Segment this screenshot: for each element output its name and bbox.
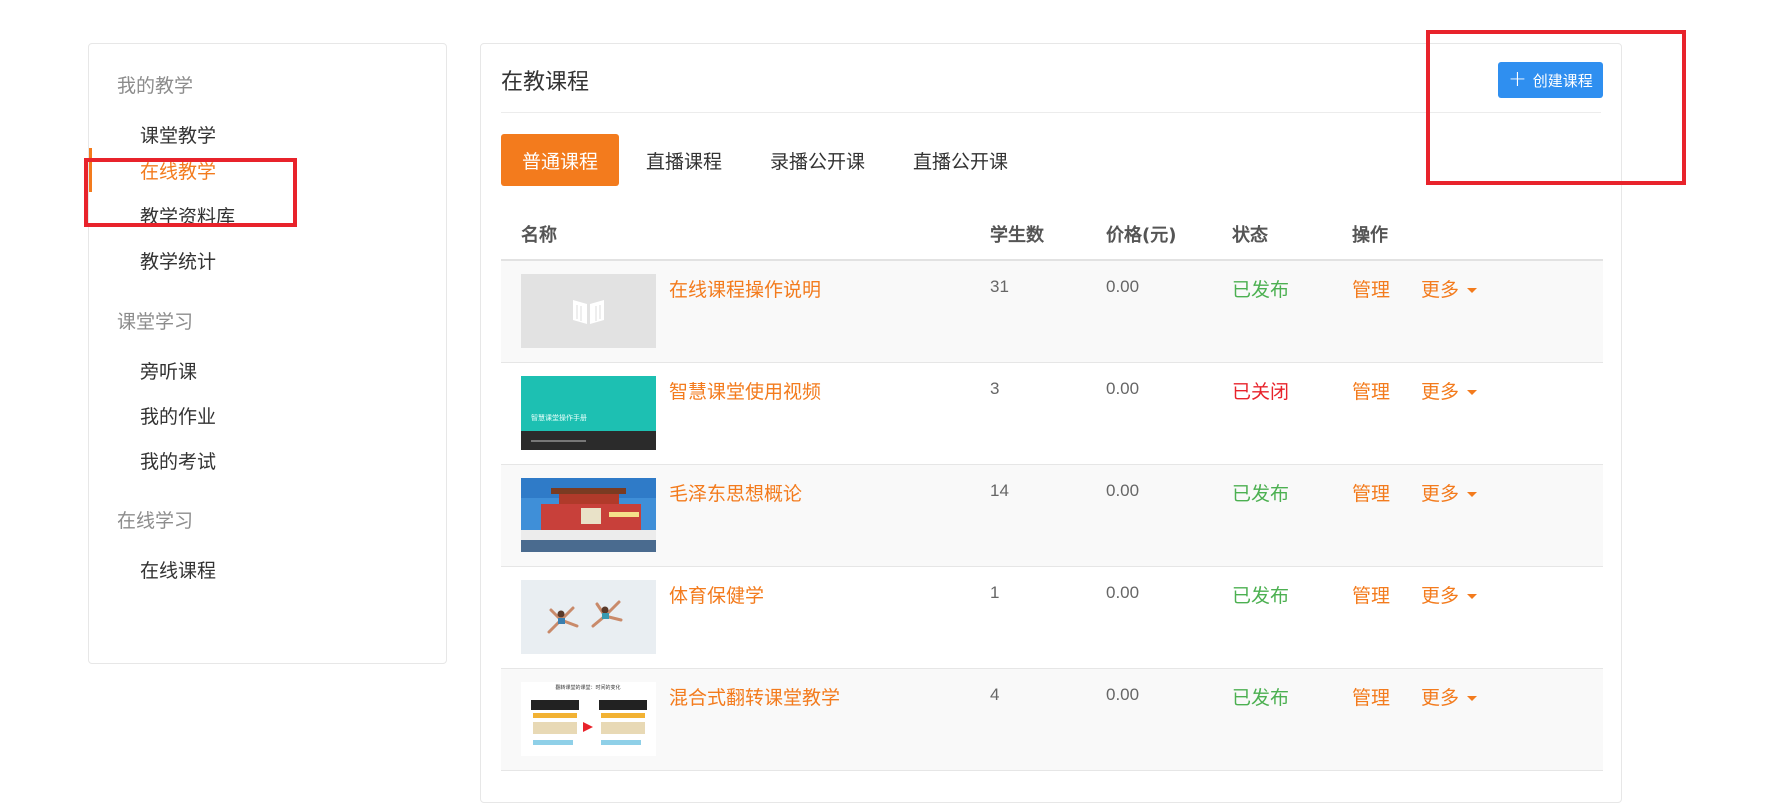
student-count: 31 — [990, 277, 1009, 296]
sidebar-group-title-online-study: 在线学习 — [117, 510, 194, 532]
more-dropdown[interactable]: 更多 — [1421, 275, 1478, 302]
table-row: 在线课程操作说明 31 0.00 已发布 管理 更多 — [501, 261, 1603, 363]
more-label: 更多 — [1421, 687, 1460, 709]
sidebar-item-teaching-stats[interactable]: 教学统计 — [140, 247, 216, 274]
manage-link[interactable]: 管理 — [1352, 479, 1390, 506]
sidebar-item-my-exams[interactable]: 我的考试 — [140, 447, 216, 474]
manage-link[interactable]: 管理 — [1352, 275, 1390, 302]
sidebar-item-classroom-teaching[interactable]: 课堂教学 — [140, 121, 216, 148]
course-thumbnail[interactable] — [521, 580, 656, 654]
column-header-students: 学生数 — [990, 225, 1044, 246]
course-title-link[interactable]: 在线课程操作说明 — [669, 275, 821, 302]
more-dropdown[interactable]: 更多 — [1421, 377, 1478, 404]
student-count: 14 — [990, 481, 1009, 500]
book-icon — [521, 274, 656, 348]
course-title-link[interactable]: 毛泽东思想概论 — [669, 479, 802, 506]
sidebar-item-audit-class[interactable]: 旁听课 — [140, 357, 197, 384]
caret-down-icon — [1467, 492, 1478, 497]
student-count: 1 — [990, 583, 1000, 602]
caret-down-icon — [1467, 390, 1478, 395]
course-type-tabs: 普通课程 直播课程 录播公开课 直播公开课 — [501, 134, 1035, 186]
status-badge: 已发布 — [1232, 279, 1290, 301]
student-count: 3 — [990, 379, 1000, 398]
plus-icon: + — [1508, 67, 1527, 92]
main-panel: 在教课程 + 创建课程 普通课程 直播课程 录播公开课 直播公开课 名称 学生数… — [480, 43, 1622, 803]
column-header-status: 状态 — [1232, 225, 1268, 246]
tab-recorded-open-courses[interactable]: 录播公开课 — [749, 134, 886, 186]
diagram-title: 翻转课堂的课堂：时间的变化 — [555, 684, 620, 691]
course-price: 0.00 — [1106, 583, 1140, 602]
more-dropdown[interactable]: 更多 — [1421, 479, 1478, 506]
sidebar-group-title-class-study: 课堂学习 — [117, 311, 194, 333]
column-header-actions: 操作 — [1352, 225, 1388, 246]
header-divider — [501, 112, 1601, 113]
course-title-link[interactable]: 体育保健学 — [669, 581, 764, 608]
tiananmen-image — [521, 478, 656, 552]
course-table: 名称 学生数 价格(元) 状态 操作 在线课程操作说明 31 0.00 已发布 … — [501, 207, 1603, 771]
table-row: 翻转课堂的课堂：时间的变化 混合式翻转课堂教学 4 0.00 已发布 管理 更多 — [501, 669, 1603, 771]
course-price: 0.00 — [1106, 379, 1140, 398]
table-row: 智慧课堂操作手册 智慧课堂使用视频 3 0.00 已关闭 管理 更多 — [501, 363, 1603, 465]
caret-down-icon — [1467, 288, 1478, 293]
status-badge: 已发布 — [1232, 483, 1290, 505]
create-course-button[interactable]: + 创建课程 — [1498, 62, 1603, 98]
course-price: 0.00 — [1106, 685, 1140, 704]
sidebar-item-teaching-library[interactable]: 教学资料库 — [140, 202, 235, 229]
table-row: 体育保健学 1 0.00 已发布 管理 更多 — [501, 567, 1603, 669]
sidebar-active-indicator — [89, 148, 92, 192]
status-badge: 已关闭 — [1232, 381, 1290, 403]
table-header: 名称 学生数 价格(元) 状态 操作 — [501, 207, 1603, 261]
status-badge: 已发布 — [1232, 585, 1290, 607]
more-label: 更多 — [1421, 483, 1460, 505]
more-label: 更多 — [1421, 279, 1460, 301]
column-header-price: 价格(元) — [1106, 225, 1177, 246]
course-thumbnail[interactable] — [521, 478, 656, 552]
tab-live-open-courses[interactable]: 直播公开课 — [892, 134, 1029, 186]
manual-cover-title: 智慧课堂操作手册 — [531, 413, 587, 422]
sidebar-item-online-courses[interactable]: 在线课程 — [140, 556, 216, 583]
status-badge: 已发布 — [1232, 687, 1290, 709]
tab-live-courses[interactable]: 直播课程 — [625, 134, 743, 186]
sidebar-item-online-teaching[interactable]: 在线教学 — [140, 157, 216, 184]
course-price: 0.00 — [1106, 277, 1140, 296]
create-course-label: 创建课程 — [1532, 71, 1593, 90]
course-thumbnail[interactable]: 翻转课堂的课堂：时间的变化 — [521, 682, 656, 756]
runners-image — [521, 580, 656, 654]
manage-link[interactable]: 管理 — [1352, 581, 1390, 608]
sidebar-group-title-teaching: 我的教学 — [117, 75, 194, 97]
page-title: 在教课程 — [501, 70, 590, 95]
manage-link[interactable]: 管理 — [1352, 683, 1390, 710]
student-count: 4 — [990, 685, 1000, 704]
manage-link[interactable]: 管理 — [1352, 377, 1390, 404]
caret-down-icon — [1467, 594, 1478, 599]
course-title-link[interactable]: 混合式翻转课堂教学 — [669, 683, 840, 710]
sidebar-item-my-homework[interactable]: 我的作业 — [140, 402, 216, 429]
course-price: 0.00 — [1106, 481, 1140, 500]
table-row: 毛泽东思想概论 14 0.00 已发布 管理 更多 — [501, 465, 1603, 567]
more-dropdown[interactable]: 更多 — [1421, 683, 1478, 710]
tab-regular-courses[interactable]: 普通课程 — [501, 134, 620, 186]
manual-cover-image: 智慧课堂操作手册 — [521, 376, 656, 450]
more-label: 更多 — [1421, 585, 1460, 607]
more-dropdown[interactable]: 更多 — [1421, 581, 1478, 608]
sidebar-nav: 我的教学 课堂教学 在线教学 教学资料库 教学统计 课堂学习 旁听课 我的作业 … — [88, 43, 447, 664]
caret-down-icon — [1467, 696, 1478, 701]
course-thumbnail[interactable]: 智慧课堂操作手册 — [521, 376, 656, 450]
course-title-link[interactable]: 智慧课堂使用视频 — [669, 377, 821, 404]
more-label: 更多 — [1421, 381, 1460, 403]
column-header-name: 名称 — [521, 225, 557, 246]
course-thumbnail[interactable] — [521, 274, 656, 348]
flipped-classroom-diagram: 翻转课堂的课堂：时间的变化 — [521, 682, 656, 756]
